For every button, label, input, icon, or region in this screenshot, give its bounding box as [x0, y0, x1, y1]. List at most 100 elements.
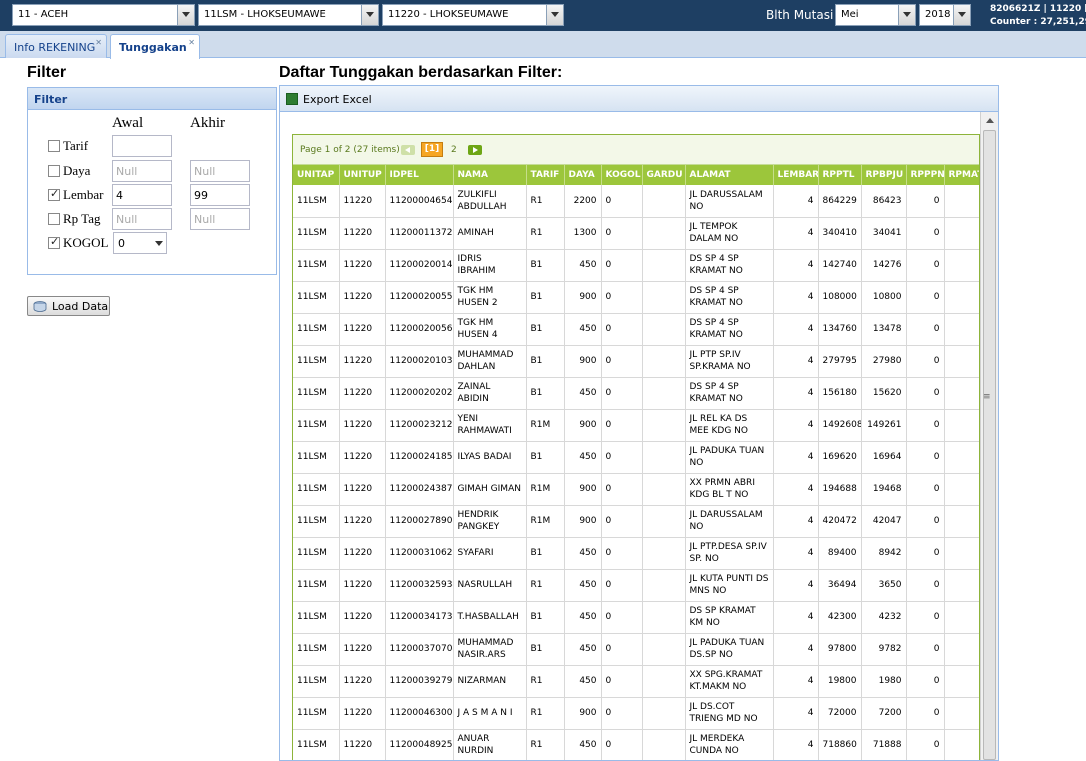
table-cell: 11LSM	[293, 665, 340, 698]
tab-info-rekening[interactable]: Info REKENING ✕	[5, 34, 107, 58]
table-row[interactable]: 11LSM 11220 112000200569 TGK HM HUSEN 4 B1 45…	[293, 313, 979, 346]
export-excel-button[interactable]: Export Excel	[303, 93, 372, 106]
table-cell: TGK HM HUSEN 4	[453, 313, 527, 346]
table-row[interactable]: 11LSM 11220 112000310628 SYAFARI B1 450 0 JL PT…	[293, 537, 979, 570]
table-row[interactable]: 11LSM 11220 112000463008 J A S M A N I R1 900…	[293, 697, 979, 730]
table-cell: DS SP 4 SP KRAMAT NO	[685, 313, 774, 346]
table-cell	[642, 313, 686, 346]
column-header[interactable]: UNITAP	[293, 165, 340, 185]
prev-page-icon[interactable]	[401, 145, 415, 155]
table-row[interactable]: 11LSM 11220 112000489257 ANUAR NURDIN R1 450 0…	[293, 729, 979, 760]
wilayah-select[interactable]: 11 - ACEH	[12, 4, 195, 26]
table-cell: 112000278900	[385, 505, 454, 538]
rptag-checkbox[interactable]	[48, 213, 60, 225]
table-row[interactable]: 11LSM 11220 112000370704 MUHAMMAD NASIR.ARS…	[293, 633, 979, 666]
table-row[interactable]: 11LSM 11220 112000392791 NIZARMAN R1 450 0 XX S…	[293, 665, 979, 698]
table-row[interactable]: 11LSM 11220 112000200557 TGK HM HUSEN 2 B1 90…	[293, 281, 979, 314]
area-select[interactable]: 11LSM - LHOKSEUMAWE	[198, 4, 379, 26]
daya-checkbox[interactable]	[48, 165, 60, 177]
year-select[interactable]: 2018	[919, 4, 971, 26]
scroll-up-icon[interactable]	[986, 118, 994, 123]
rptag-awal-input[interactable]: Null	[112, 208, 172, 230]
lembar-checkbox[interactable]	[48, 187, 60, 201]
page-info: Page 1 of 2 (27 items)	[300, 145, 400, 155]
table-cell: 86423	[861, 185, 907, 218]
column-header[interactable]: KOGOL	[601, 165, 643, 185]
table-cell: 0	[906, 409, 945, 442]
daya-awal-input[interactable]: Null	[112, 160, 172, 182]
table-row[interactable]: 11LSM 11220 112000046541 ZULKIFLI ABDULLAH R…	[293, 185, 979, 218]
table-row[interactable]: 11LSM 11220 112000341732 T.HASBALLAH B1 450 0 D…	[293, 601, 979, 634]
table-cell: 112000232120	[385, 409, 454, 442]
column-header[interactable]: RPMAT	[944, 165, 979, 185]
table-cell: 0	[601, 441, 643, 474]
load-data-button[interactable]: Load Data	[27, 296, 110, 316]
table-cell: 9782	[861, 633, 907, 666]
table-cell: 900	[564, 345, 602, 378]
table-cell: XX SPG.KRAMAT KT.MAKM NO	[685, 665, 774, 698]
table-row[interactable]: 11LSM 11220 112000202025 ZAINAL ABIDIN B1 450…	[293, 377, 979, 410]
table-row[interactable]: 11LSM 11220 112000325934 NASRULLAH R1 450 0 JL …	[293, 569, 979, 602]
table-cell: 0	[601, 217, 643, 250]
chevron-down-icon[interactable]	[953, 5, 970, 25]
vertical-scrollbar[interactable]: ≡	[980, 112, 998, 760]
column-header[interactable]: ALAMAT	[685, 165, 774, 185]
table-row[interactable]: 11LSM 11220 112000243879 GIMAH GIMAN R1M 900 0…	[293, 473, 979, 506]
table-cell: 11220	[339, 281, 386, 314]
close-icon[interactable]: ✕	[95, 38, 102, 47]
grid-pager: Page 1 of 2 (27 items) [1] 2	[293, 135, 979, 165]
chevron-down-icon[interactable]	[177, 5, 194, 25]
table-cell: 450	[564, 633, 602, 666]
table-row[interactable]: 11LSM 11220 112000200143 IDRIS IBRAHIM B1 450…	[293, 249, 979, 282]
table-cell: 8942	[861, 537, 907, 570]
column-header[interactable]: IDPEL	[385, 165, 454, 185]
close-icon[interactable]: ✕	[188, 38, 195, 47]
tarif-checkbox[interactable]	[48, 140, 60, 152]
table-cell: 11LSM	[293, 281, 340, 314]
current-page[interactable]: [1]	[421, 142, 443, 157]
table-cell: 11220	[339, 217, 386, 250]
table-cell: 900	[564, 473, 602, 506]
column-header[interactable]: NAMA	[453, 165, 527, 185]
column-header[interactable]: RPBPJU	[861, 165, 907, 185]
table-cell: 450	[564, 729, 602, 760]
lembar-akhir-input[interactable]: 99	[190, 184, 250, 206]
scroll-thumb[interactable]	[983, 130, 996, 760]
table-cell: 4	[773, 313, 819, 346]
column-header[interactable]: GARDU	[642, 165, 686, 185]
table-row[interactable]: 11LSM 11220 112000241851 ILYAS BADAI B1 450 0 J…	[293, 441, 979, 474]
tab-tunggakan[interactable]: Tunggakan ✕	[110, 34, 200, 59]
chevron-down-icon[interactable]	[898, 5, 915, 25]
table-cell: 4	[773, 729, 819, 760]
chevron-down-icon[interactable]	[155, 241, 163, 246]
column-header[interactable]: DAYA	[564, 165, 602, 185]
column-header[interactable]: UNITUP	[339, 165, 386, 185]
column-header[interactable]: TARIF	[526, 165, 565, 185]
month-select[interactable]: Mei	[835, 4, 916, 26]
table-cell: 11LSM	[293, 697, 340, 730]
lembar-awal-input[interactable]: 4	[112, 184, 172, 206]
kogol-checkbox[interactable]	[48, 235, 60, 249]
table-row[interactable]: 11LSM 11220 112000278900 HENDRIK PANGKEY R1M…	[293, 505, 979, 538]
table-cell: 0	[601, 633, 643, 666]
table-cell: 0	[906, 345, 945, 378]
tarif-awal-input[interactable]	[112, 135, 172, 157]
table-cell: 0	[944, 281, 979, 314]
kogol-select[interactable]: 0	[113, 232, 167, 254]
tunggakan-grid: Page 1 of 2 (27 items) [1] 2 UNITAP UNITU…	[292, 134, 980, 760]
chevron-down-icon[interactable]	[361, 5, 378, 25]
column-header[interactable]: LEMBAR	[773, 165, 819, 185]
table-row[interactable]: 11LSM 11220 112000232120 YENI RAHMAWATI R1M 9…	[293, 409, 979, 442]
column-header[interactable]: RPPPN	[906, 165, 945, 185]
table-cell: 3000	[944, 185, 979, 218]
chevron-down-icon[interactable]	[546, 5, 563, 25]
table-row[interactable]: 11LSM 11220 112000201030 MUHAMMAD DAHLAN B1 9…	[293, 345, 979, 378]
next-page-icon[interactable]	[468, 145, 482, 155]
rptag-akhir-input[interactable]: Null	[190, 208, 250, 230]
column-header[interactable]: RPPTL	[818, 165, 862, 185]
daya-akhir-input[interactable]: Null	[190, 160, 250, 182]
unit-select[interactable]: 11220 - LHOKSEUMAWE	[382, 4, 564, 26]
table-row[interactable]: 11LSM 11220 112000113720 AMINAH R1 1300 0 JL TE…	[293, 217, 979, 250]
table-cell: 71888	[861, 729, 907, 760]
page-2-link[interactable]: 2	[451, 145, 457, 155]
